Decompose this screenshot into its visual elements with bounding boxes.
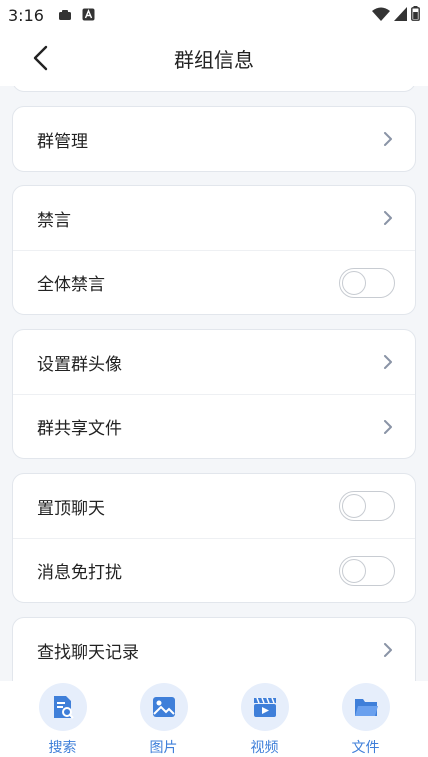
status-time: 3:16 [8, 5, 44, 25]
chevron-right-icon [384, 643, 392, 657]
dnd-toggle[interactable] [339, 555, 395, 586]
bottom-toolbar: 搜索 图片 视频 文件 [0, 681, 428, 757]
image-tool-button[interactable]: 图片 [124, 683, 204, 757]
folder-icon [341, 683, 390, 731]
search-tool-label: 搜索 [48, 740, 77, 756]
chevron-right-icon [384, 132, 392, 146]
page-title: 群组信息 [174, 47, 254, 72]
mute-row[interactable]: 禁言 [13, 186, 415, 250]
search-history-card: 查找聊天记录 [12, 617, 416, 681]
chevron-left-icon [33, 45, 48, 71]
chevron-right-icon [384, 419, 392, 434]
video-icon [240, 683, 289, 731]
file-tool-button[interactable]: 文件 [326, 683, 406, 757]
chevron-right-icon [384, 211, 392, 225]
mute-all-row: 全体禁言 [13, 250, 415, 314]
search-history-label: 查找聊天记录 [37, 642, 139, 663]
dnd-label: 消息免打扰 [37, 563, 122, 583]
mute-card: 禁言 全体禁言 [12, 185, 416, 315]
pin-chat-row: 置顶聊天 [13, 474, 415, 538]
search-history-row[interactable]: 查找聊天记录 [13, 618, 415, 681]
mute-label: 禁言 [37, 210, 71, 231]
group-manage-label: 群管理 [37, 131, 88, 152]
mute-all-toggle[interactable] [339, 267, 395, 298]
top-navigation-bar: 群组信息 [0, 30, 428, 86]
image-icon [139, 683, 188, 731]
shared-files-row[interactable]: 群共享文件 [13, 394, 415, 458]
video-tool-button[interactable]: 视频 [225, 683, 305, 757]
toggle-knob [342, 494, 366, 518]
file-tool-label: 文件 [351, 740, 380, 756]
previous-card [12, 86, 416, 92]
chevron-right-icon [384, 355, 392, 369]
toggle-knob [342, 558, 366, 583]
video-tool-label: 视频 [250, 740, 279, 756]
group-files-card: 设置群头像 群共享文件 [12, 329, 416, 459]
search-tool-button[interactable]: 搜索 [23, 683, 103, 757]
group-manage-row[interactable]: 群管理 [13, 107, 415, 171]
set-avatar-row[interactable]: 设置群头像 [13, 330, 415, 394]
set-avatar-label: 设置群头像 [37, 354, 122, 375]
pin-chat-toggle[interactable] [339, 491, 395, 521]
battery-icon [411, 5, 420, 25]
wifi-icon [372, 6, 390, 25]
back-button[interactable] [24, 42, 56, 74]
a-badge-icon [82, 6, 95, 25]
chat-options-card: 置顶聊天 消息免打扰 [12, 473, 416, 603]
search-doc-icon [38, 683, 87, 731]
notification-icon [58, 6, 72, 25]
shared-files-label: 群共享文件 [37, 419, 122, 439]
manage-card: 群管理 [12, 106, 416, 172]
pin-chat-label: 置顶聊天 [37, 498, 105, 519]
image-tool-label: 图片 [149, 740, 178, 756]
status-bar: 3:16 [0, 0, 428, 30]
dnd-row: 消息免打扰 [13, 538, 415, 602]
settings-list[interactable]: 群管理 禁言 全体禁言 设置群头像 群共享文件 置顶聊天 消息免打扰 查找聊天记… [0, 86, 428, 681]
signal-icon [394, 6, 407, 25]
toggle-knob [342, 270, 366, 295]
mute-all-label: 全体禁言 [37, 275, 105, 295]
